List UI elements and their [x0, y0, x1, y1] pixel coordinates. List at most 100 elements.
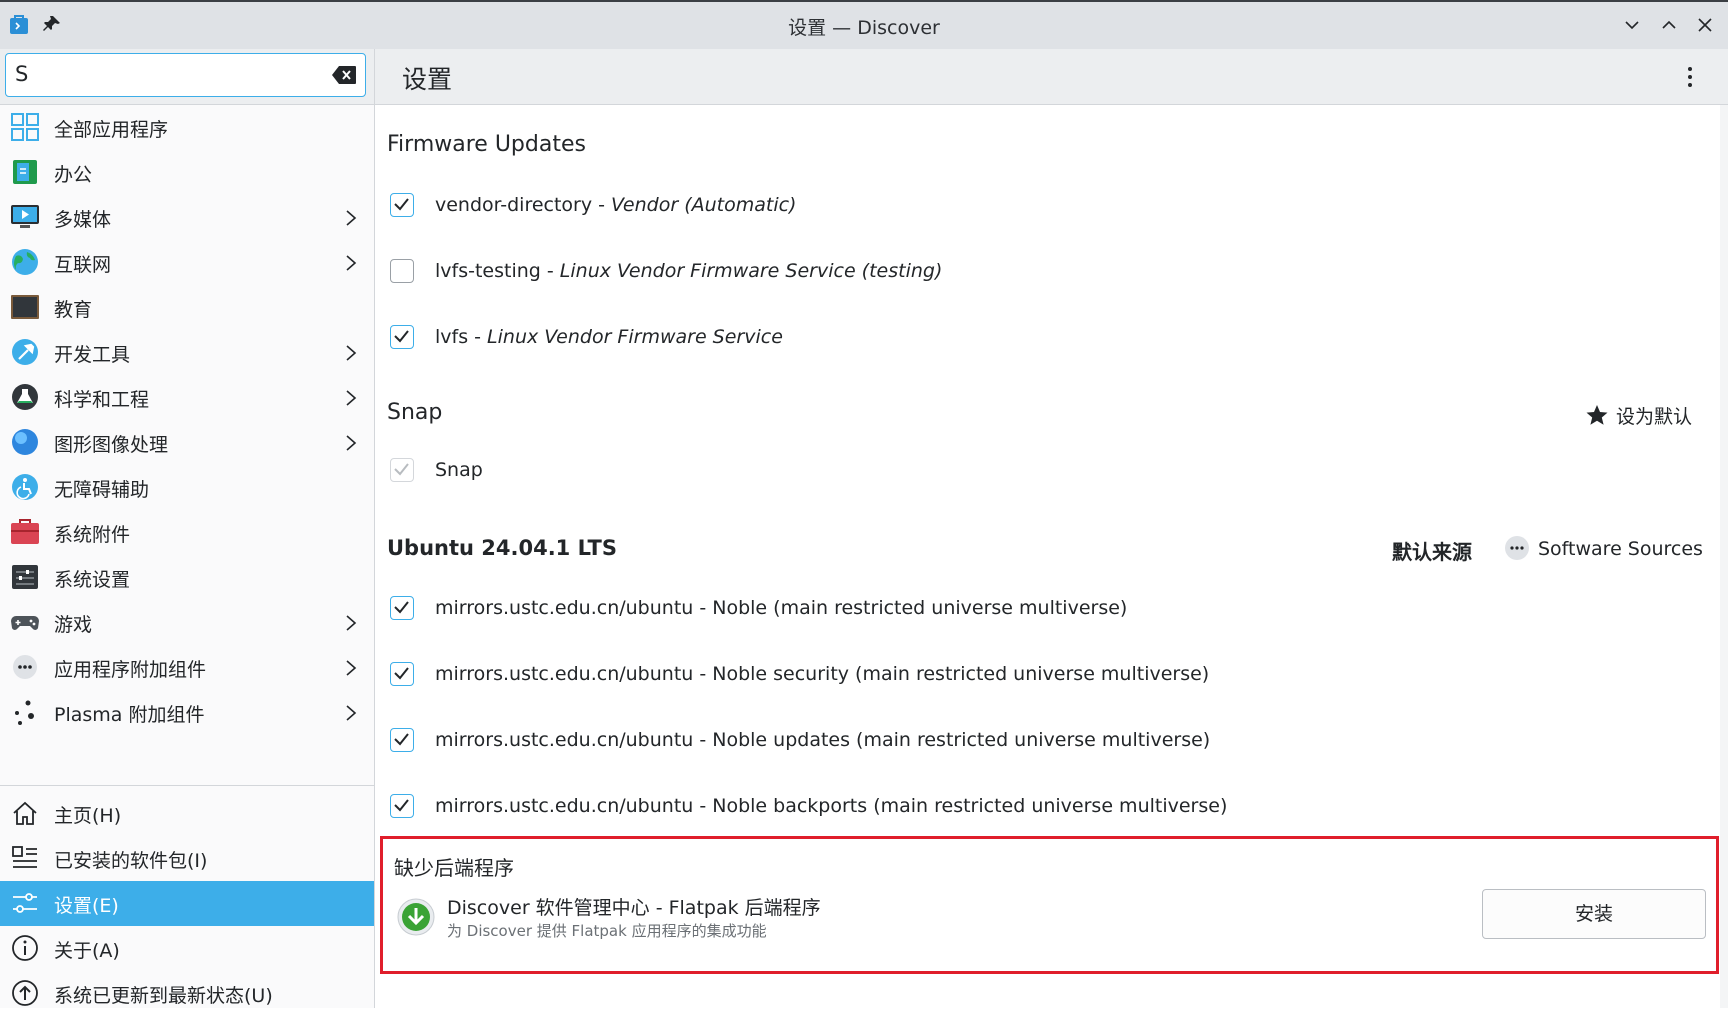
category-label: 游戏: [54, 614, 93, 636]
grid-icon: [11, 113, 39, 141]
source-label: vendor-directory - Vendor (Automatic): [435, 194, 797, 216]
chevron-right-icon: [346, 615, 357, 631]
software-sources-button[interactable]: Software Sources: [1504, 535, 1703, 561]
close-button[interactable]: [1695, 15, 1715, 35]
category-label: 教育: [54, 299, 93, 321]
nav-label: 已安装的软件包(I): [54, 850, 208, 872]
category-multimedia[interactable]: 多媒体: [0, 195, 374, 240]
nav-installed[interactable]: 已安装的软件包(I): [0, 836, 374, 881]
sidebar-divider: [0, 785, 374, 786]
section-heading-firmware: Firmware Updates: [387, 132, 586, 157]
source-row[interactable]: Snap: [375, 449, 1705, 493]
nav-settings[interactable]: 设置(E): [0, 881, 374, 926]
category-label: 科学和工程: [54, 389, 150, 411]
category-label: 系统附件: [54, 524, 131, 546]
chevron-right-icon: [346, 390, 357, 406]
source-checkbox[interactable]: [390, 193, 414, 217]
toolbox-icon: [11, 519, 39, 544]
category-label: 应用程序附加组件: [54, 659, 207, 681]
category-science[interactable]: 科学和工程: [0, 375, 374, 420]
flask-icon: [12, 384, 38, 410]
category-label: 系统设置: [54, 569, 131, 591]
category-utilities[interactable]: 系统附件: [0, 510, 374, 555]
window-titlebar: 设置 — Discover: [0, 0, 1728, 49]
source-label: mirrors.ustc.edu.cn/ubuntu - Noble (main…: [435, 597, 1128, 619]
chalkboard-icon: [11, 295, 39, 319]
office-icon: [13, 160, 37, 184]
category-accessibility[interactable]: 无障碍辅助: [0, 465, 374, 510]
install-button[interactable]: 安装: [1482, 889, 1706, 939]
globe-icon: [12, 249, 38, 275]
nav-label: 关于(A): [54, 940, 120, 962]
graphics-icon: [12, 429, 38, 455]
category-label: 开发工具: [54, 344, 131, 366]
source-label: mirrors.ustc.edu.cn/ubuntu - Noble backp…: [435, 795, 1228, 817]
category-system-settings[interactable]: 系统设置: [0, 555, 374, 600]
source-checkbox[interactable]: [390, 259, 414, 283]
category-plasma-addons[interactable]: Plasma 附加组件: [0, 690, 374, 735]
source-checkbox[interactable]: [390, 794, 414, 818]
accessibility-icon: [12, 474, 38, 500]
make-default-button[interactable]: 设为默认: [1586, 402, 1692, 429]
source-row[interactable]: mirrors.ustc.edu.cn/ubuntu - Noble secur…: [375, 653, 1705, 697]
source-label: Snap: [435, 459, 483, 481]
chevron-right-icon: [346, 705, 357, 721]
source-row[interactable]: lvfs-testing - Linux Vendor Firmware Ser…: [375, 250, 1705, 294]
more-options-icon: [1505, 536, 1529, 560]
gamepad-icon: [11, 616, 39, 630]
nav-label: 主页(H): [54, 805, 122, 827]
system-settings-icon: [12, 565, 38, 589]
source-label: lvfs-testing - Linux Vendor Firmware Ser…: [435, 260, 943, 282]
page-header: 设置: [375, 49, 1728, 105]
download-icon: [397, 898, 435, 936]
maximize-button[interactable]: [1659, 15, 1679, 35]
source-checkbox[interactable]: [390, 662, 414, 686]
window-title: 设置 — Discover: [788, 17, 940, 39]
nav-label: 设置(E): [54, 895, 119, 917]
installed-icon: [12, 846, 37, 868]
hammer-icon: [12, 339, 38, 365]
category-label: 图形图像处理: [54, 434, 169, 456]
source-row[interactable]: mirrors.ustc.edu.cn/ubuntu - Noble updat…: [375, 719, 1705, 763]
clear-search-icon[interactable]: [331, 65, 357, 85]
category-application-addons[interactable]: 应用程序附加组件: [0, 645, 374, 690]
chevron-right-icon: [346, 435, 357, 451]
overflow-menu-icon[interactable]: [1685, 63, 1695, 91]
category-all-apps[interactable]: 全部应用程序: [0, 105, 374, 150]
chevron-right-icon: [346, 660, 357, 676]
addons-icon: [13, 655, 37, 679]
category-office[interactable]: 办公: [0, 150, 374, 195]
minimize-button[interactable]: [1622, 15, 1642, 35]
settings-page: 设置 Firmware Updates vendor-directory - V…: [375, 49, 1728, 1008]
nav-updates[interactable]: 系统已更新到最新状态(U): [0, 971, 374, 1016]
plasma-icon: [15, 700, 34, 725]
source-checkbox[interactable]: [390, 728, 414, 752]
category-development[interactable]: 开发工具: [0, 330, 374, 375]
category-education[interactable]: 教育: [0, 285, 374, 330]
category-label: 办公: [54, 164, 93, 186]
source-checkbox[interactable]: [390, 325, 414, 349]
category-games[interactable]: 游戏: [0, 600, 374, 645]
source-checkbox[interactable]: [390, 596, 414, 620]
category-label: Plasma 附加组件: [54, 704, 205, 726]
chevron-right-icon: [346, 210, 357, 226]
category-label: 无障碍辅助: [54, 479, 150, 501]
search-input[interactable]: S: [5, 53, 366, 97]
section-heading-ubuntu: Ubuntu 24.04.1 LTS: [387, 536, 617, 560]
chevron-right-icon: [346, 345, 357, 361]
nav-home[interactable]: 主页(H): [0, 791, 374, 836]
section-heading-snap: Snap: [387, 400, 443, 425]
category-label: 多媒体: [54, 209, 112, 231]
source-checkbox[interactable]: [390, 458, 414, 482]
scrollbar[interactable]: [1720, 105, 1728, 1008]
source-row[interactable]: lvfs - Linux Vendor Firmware Service: [375, 316, 1705, 360]
nav-about[interactable]: 关于(A): [0, 926, 374, 971]
settings-sliders-icon: [13, 893, 37, 913]
category-internet[interactable]: 互联网: [0, 240, 374, 285]
source-row[interactable]: mirrors.ustc.edu.cn/ubuntu - Noble backp…: [375, 785, 1705, 829]
search-input-value: S: [15, 62, 29, 86]
category-graphics[interactable]: 图形图像处理: [0, 420, 374, 465]
source-row[interactable]: mirrors.ustc.edu.cn/ubuntu - Noble (main…: [375, 587, 1705, 631]
source-row[interactable]: vendor-directory - Vendor (Automatic): [375, 184, 1705, 228]
chevron-right-icon: [346, 255, 357, 271]
